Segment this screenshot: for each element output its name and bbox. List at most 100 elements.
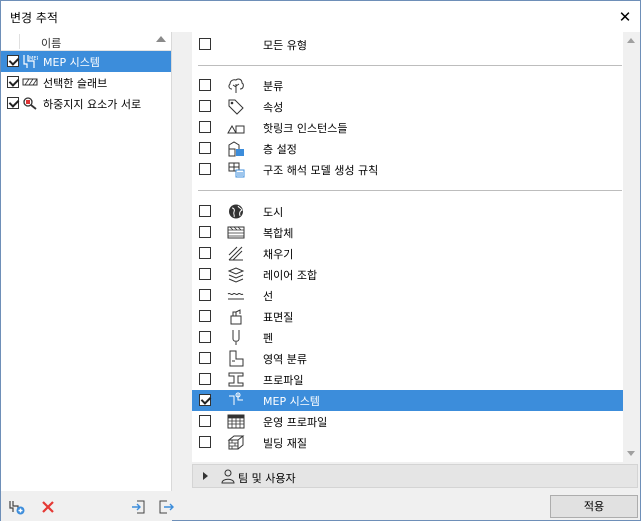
list-item[interactable]: 핫링크 인스턴스들 xyxy=(192,117,623,138)
divider xyxy=(198,190,622,191)
item-label: MEP 시스템 xyxy=(263,395,320,408)
item-label: 모든 유형 xyxy=(263,39,307,52)
add-criteria-icon xyxy=(8,498,26,516)
sort-ascending-icon[interactable] xyxy=(156,36,166,42)
mep-system-icon xyxy=(227,392,245,409)
export-icon xyxy=(158,499,174,515)
item-label: 운영 프로파일 xyxy=(263,416,328,429)
item-checkbox[interactable] xyxy=(7,97,19,109)
delete-icon xyxy=(41,500,55,514)
tag-icon xyxy=(227,98,245,115)
fill-icon xyxy=(227,245,245,262)
delete-button[interactable] xyxy=(39,498,57,516)
zone-category-icon xyxy=(227,350,245,367)
section-label: 팀 및 사용자 xyxy=(238,472,296,485)
mep-system-icon: MEP xyxy=(22,54,38,68)
profile-icon xyxy=(227,371,245,388)
item-checkbox[interactable] xyxy=(199,100,211,112)
item-label: 채우기 xyxy=(263,248,294,261)
criteria-list: 이름 MEP MEP 시스템 선택한 슬래브 하중지지 요소가 서로 xyxy=(1,32,172,491)
teamwork-section-header[interactable]: 팀 및 사용자 xyxy=(192,464,638,488)
line-type-icon xyxy=(227,287,245,304)
item-label: 프로파일 xyxy=(263,374,304,387)
list-item[interactable]: 층 설정 xyxy=(192,138,623,159)
item-checkbox[interactable] xyxy=(199,310,211,322)
list-item[interactable]: 운영 프로파일 xyxy=(192,411,623,432)
item-label: 속성 xyxy=(263,101,284,114)
slab-icon xyxy=(22,75,38,89)
item-label: 레이어 조합 xyxy=(263,269,318,282)
scroll-down-icon[interactable] xyxy=(627,451,635,456)
apply-button[interactable]: 적용 xyxy=(550,495,638,518)
list-item[interactable]: MEP MEP 시스템 xyxy=(1,51,171,72)
list-item[interactable]: 모든 유형 xyxy=(192,34,623,55)
list-item[interactable]: 하중지지 요소가 서로 xyxy=(1,93,171,114)
hotlink-icon xyxy=(227,119,245,136)
list-item[interactable]: 펜 xyxy=(192,327,623,348)
divider xyxy=(198,65,622,66)
structural-rules-icon xyxy=(227,161,245,178)
export-button[interactable] xyxy=(157,498,175,516)
column-header-name[interactable]: 이름 xyxy=(41,35,61,51)
close-button[interactable]: ✕ xyxy=(610,1,640,32)
svg-text:MEP: MEP xyxy=(29,56,38,62)
item-label: MEP 시스템 xyxy=(43,56,100,69)
list-item[interactable]: 채우기 xyxy=(192,243,623,264)
item-checkbox[interactable] xyxy=(199,226,211,238)
item-checkbox[interactable] xyxy=(199,436,211,448)
item-checkbox[interactable] xyxy=(199,163,211,175)
criteria-toolbar xyxy=(1,491,175,521)
list-item[interactable]: 복합체 xyxy=(192,222,623,243)
operation-profile-icon xyxy=(227,413,245,430)
item-checkbox[interactable] xyxy=(199,79,211,91)
list-item[interactable]: 영역 분류 xyxy=(192,348,623,369)
list-item[interactable]: 선 xyxy=(192,285,623,306)
item-label: 영역 분류 xyxy=(263,353,307,366)
item-label: 도시 xyxy=(263,206,284,219)
item-label: 핫링크 인스턴스들 xyxy=(263,122,348,135)
item-checkbox[interactable] xyxy=(7,55,19,67)
list-item[interactable]: 구조 해석 모델 생성 규칙 xyxy=(192,159,623,180)
vertical-scrollbar[interactable] xyxy=(623,32,640,462)
item-checkbox[interactable] xyxy=(199,331,211,343)
story-settings-icon xyxy=(227,140,245,157)
expand-arrow-icon[interactable] xyxy=(203,472,208,480)
item-label: 복합체 xyxy=(263,227,294,240)
import-icon xyxy=(131,499,147,515)
layer-combination-icon xyxy=(227,266,245,283)
magnifier-icon xyxy=(22,96,38,110)
item-checkbox[interactable] xyxy=(199,394,211,406)
scroll-up-icon[interactable] xyxy=(627,38,635,43)
list-item[interactable]: 분류 xyxy=(192,75,623,96)
item-checkbox[interactable] xyxy=(199,373,211,385)
list-item[interactable]: 레이어 조합 xyxy=(192,264,623,285)
composite-icon xyxy=(227,224,245,241)
list-item[interactable]: 표면질 xyxy=(192,306,623,327)
list-header: 이름 xyxy=(1,32,171,51)
criteria-detail-list: 모든 유형 분류 속성 핫링크 인스턴스들 층 설정 구조 해석 모델 생성 규… xyxy=(192,32,623,462)
item-label: 선 xyxy=(263,290,274,303)
item-checkbox[interactable] xyxy=(199,247,211,259)
item-checkbox[interactable] xyxy=(7,76,19,88)
building-material-icon xyxy=(227,434,245,451)
list-item[interactable]: 도시 xyxy=(192,201,623,222)
user-icon xyxy=(221,468,235,484)
add-criteria-button[interactable] xyxy=(8,498,26,516)
item-checkbox[interactable] xyxy=(199,415,211,427)
item-checkbox[interactable] xyxy=(199,38,211,50)
list-item[interactable]: MEP 시스템 xyxy=(192,390,623,411)
item-checkbox[interactable] xyxy=(199,205,211,217)
dialog-title: 변경 추적 xyxy=(10,11,58,25)
item-label: 표면질 xyxy=(263,311,294,324)
item-checkbox[interactable] xyxy=(199,142,211,154)
list-item[interactable]: 속성 xyxy=(192,96,623,117)
pen-icon xyxy=(227,329,245,346)
item-checkbox[interactable] xyxy=(199,268,211,280)
list-item[interactable]: 선택한 슬래브 xyxy=(1,72,171,93)
list-item[interactable]: 프로파일 xyxy=(192,369,623,390)
list-item[interactable]: 빌딩 재질 xyxy=(192,432,623,453)
item-checkbox[interactable] xyxy=(199,352,211,364)
item-checkbox[interactable] xyxy=(199,121,211,133)
item-checkbox[interactable] xyxy=(199,289,211,301)
import-button[interactable] xyxy=(130,498,148,516)
